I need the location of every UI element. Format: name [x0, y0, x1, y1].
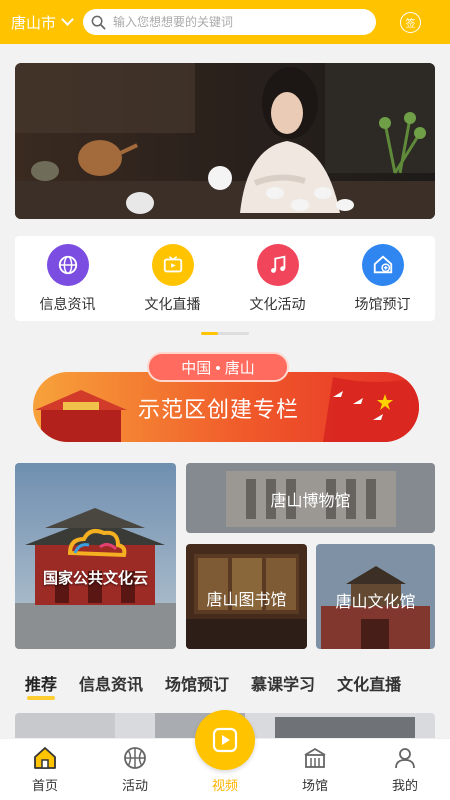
- nav-profile[interactable]: 我的: [360, 739, 450, 800]
- nav-label: 我的: [391, 778, 418, 793]
- tile-caption: 唐山博物馆: [270, 493, 351, 510]
- basketball-icon: [124, 747, 146, 769]
- nav-item-venue-booking[interactable]: 场馆预订: [335, 244, 430, 321]
- nav-activities[interactable]: 活动: [90, 739, 180, 800]
- tile-caption: 国家公共文化云: [42, 570, 148, 587]
- nav-label: 场馆: [301, 778, 328, 793]
- tv-icon: [151, 244, 194, 286]
- house-add-icon: [361, 244, 404, 286]
- video-fab-button[interactable]: [195, 710, 255, 770]
- search-input[interactable]: [113, 15, 353, 29]
- search-icon: [91, 15, 106, 29]
- globe-icon: [46, 244, 89, 286]
- tab-mooc[interactable]: 慕课学习: [251, 671, 315, 695]
- national-culture-cloud-tile[interactable]: 国家公共文化云: [15, 463, 176, 649]
- nav-label: 首页: [31, 778, 58, 793]
- music-note-icon: [256, 244, 299, 286]
- search-box[interactable]: [83, 9, 376, 35]
- tab-recommended[interactable]: 推荐: [25, 671, 57, 700]
- top-bar: 唐山市 签: [0, 0, 450, 44]
- sign-in-button[interactable]: 签: [400, 11, 421, 33]
- nav-label: 信息资讯: [39, 296, 96, 312]
- tile-caption: 唐山图书馆: [206, 592, 287, 609]
- tab-live[interactable]: 文化直播: [337, 671, 401, 695]
- building-icon: [304, 747, 326, 768]
- promo-title: 示范区创建专栏: [138, 397, 300, 422]
- nav-home[interactable]: 首页: [0, 739, 90, 800]
- nav-item-activities[interactable]: 文化活动: [230, 244, 325, 321]
- user-icon: [395, 748, 415, 769]
- tab-news[interactable]: 信息资讯: [79, 671, 143, 695]
- nav-label: 文化直播: [144, 296, 201, 312]
- nav-label: 活动: [121, 778, 148, 793]
- nav-venues[interactable]: 场馆: [270, 739, 360, 800]
- category-nav: 信息资讯 文化直播 文化活动 场馆预订: [15, 236, 435, 321]
- nav-item-news[interactable]: 信息资讯: [20, 244, 115, 321]
- library-tile[interactable]: 唐山图书馆: [186, 544, 307, 649]
- nav-label: 文化活动: [249, 296, 306, 312]
- promo-pill: 中国 • 唐山: [147, 352, 289, 382]
- banner-carousel[interactable]: [15, 63, 435, 219]
- banner-image: [15, 63, 435, 219]
- tab-venue-booking[interactable]: 场馆预订: [165, 671, 229, 695]
- city-name: 唐山市: [11, 14, 57, 32]
- palace-image: [15, 463, 176, 649]
- museum-tile[interactable]: 唐山博物馆: [186, 463, 435, 533]
- nav-label: 场馆预订: [354, 296, 411, 312]
- nav-label: 视频: [211, 778, 238, 793]
- promo-banner[interactable]: 中国 • 唐山 示范区创建专栏: [33, 352, 419, 444]
- city-selector[interactable]: 唐山市: [11, 12, 83, 33]
- page-indicator: [201, 332, 249, 335]
- play-icon: [212, 727, 238, 753]
- home-icon: [34, 747, 56, 769]
- tile-caption: 唐山文化馆: [335, 594, 416, 611]
- culture-center-tile[interactable]: 唐山文化馆: [316, 544, 435, 649]
- chevron-down-icon: [61, 13, 74, 26]
- nav-item-live[interactable]: 文化直播: [125, 244, 220, 321]
- content-tabs: 推荐 信息资讯 场馆预订 慕课学习 文化直播: [25, 671, 423, 700]
